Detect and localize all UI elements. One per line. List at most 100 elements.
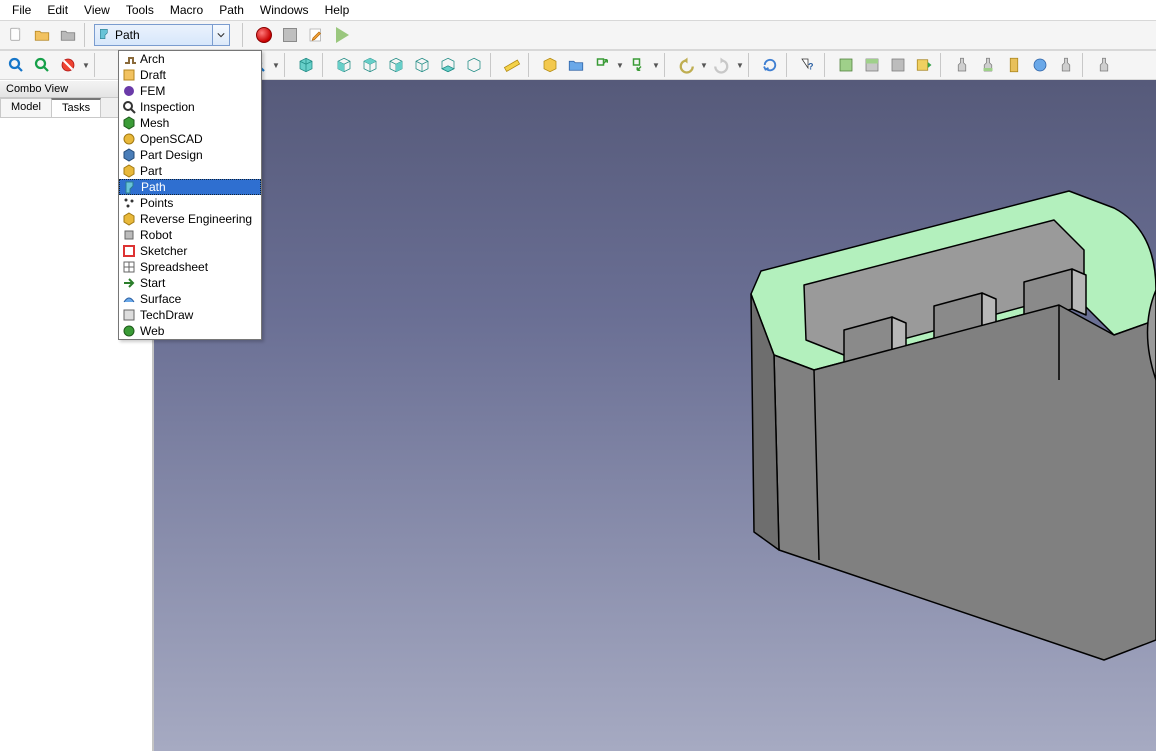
workbench-item-part[interactable]: Part [119,163,261,179]
dropdown-arrow[interactable]: ▼ [616,61,624,70]
whats-this-button[interactable]: ? [796,53,820,77]
workbench-item-path[interactable]: Path [119,179,261,195]
start-icon [122,276,136,290]
workbench-dropdown-button[interactable] [212,25,229,45]
3d-viewport[interactable] [154,80,1156,751]
workbench-item-label: OpenSCAD [140,132,203,146]
dropdown-arrow[interactable]: ▼ [82,61,90,70]
link-make-button[interactable] [590,53,614,77]
menu-macro[interactable]: Macro [162,1,211,19]
workbench-item-label: Mesh [140,116,169,130]
workbench-item-techdraw[interactable]: TechDraw [119,307,261,323]
fit-all-button[interactable] [4,53,28,77]
save-file-button[interactable] [56,23,80,47]
macro-edit-button[interactable] [304,23,328,47]
toolbar-separator [94,53,100,77]
workbench-item-label: Surface [140,292,181,306]
macro-record-button[interactable] [252,23,276,47]
undo-button[interactable] [674,53,698,77]
workbench-item-inspection[interactable]: Inspection [119,99,261,115]
workbench-item-label: Inspection [140,100,195,114]
workbench-item-label: Part [140,164,162,178]
path-job-button[interactable] [834,53,858,77]
path-tool3-button[interactable] [1002,53,1026,77]
workbench-item-robot[interactable]: Robot [119,227,261,243]
workbench-item-part-design[interactable]: Part Design [119,147,261,163]
draw-style-button[interactable] [56,53,80,77]
surface-icon [122,292,136,306]
tab-model[interactable]: Model [0,98,52,117]
inspection-icon [122,100,136,114]
path-tool6-button[interactable] [1092,53,1116,77]
fit-selection-button[interactable] [30,53,54,77]
workbench-item-web[interactable]: Web [119,323,261,339]
open-file-button[interactable] [30,23,54,47]
macro-play-button[interactable] [330,23,354,47]
workbench-item-label: TechDraw [140,308,193,322]
path-tool2-button[interactable] [976,53,1000,77]
workbench-item-spreadsheet[interactable]: Spreadsheet [119,259,261,275]
toolbar-separator [1082,53,1088,77]
workbench-selector[interactable]: Path [94,24,230,46]
menu-tools[interactable]: Tools [118,1,162,19]
redo-button[interactable] [710,53,734,77]
bottom-view-button[interactable] [436,53,460,77]
path-tool1-button[interactable] [950,53,974,77]
workbench-item-fem[interactable]: FEM [119,83,261,99]
workbench-item-points[interactable]: Points [119,195,261,211]
left-view-button[interactable] [462,53,486,77]
group-button[interactable] [564,53,588,77]
workbench-item-label: Draft [140,68,166,82]
right-view-button[interactable] [384,53,408,77]
link-actions-button[interactable] [626,53,650,77]
menu-file[interactable]: File [4,1,39,19]
menu-help[interactable]: Help [317,1,358,19]
workbench-item-sketcher[interactable]: Sketcher [119,243,261,259]
part-button[interactable] [538,53,562,77]
menu-edit[interactable]: Edit [39,1,76,19]
path-tool4-button[interactable] [1028,53,1052,77]
workbench-item-openscad[interactable]: OpenSCAD [119,131,261,147]
workbench-item-label: FEM [140,84,165,98]
menu-path[interactable]: Path [211,1,252,19]
workbench-item-label: Reverse Engineering [140,212,252,226]
model-render [154,80,1156,751]
workbench-item-mesh[interactable]: Mesh [119,115,261,131]
menu-view[interactable]: View [76,1,118,19]
dropdown-arrow[interactable]: ▼ [736,61,744,70]
workbench-item-arch[interactable]: Arch [119,51,261,67]
path-sanity-button[interactable] [886,53,910,77]
workbench-item-reverse-engineering[interactable]: Reverse Engineering [119,211,261,227]
isometric-view-button[interactable] [294,53,318,77]
path-postprocess-button[interactable] [860,53,884,77]
dropdown-arrow[interactable]: ▼ [700,61,708,70]
macro-stop-button[interactable] [278,23,302,47]
path-icon [98,27,112,44]
workbench-item-label: Arch [140,52,165,66]
dropdown-arrow[interactable]: ▼ [652,61,660,70]
play-icon [336,27,349,43]
path-export-button[interactable] [912,53,936,77]
dropdown-arrow[interactable]: ▼ [272,61,280,70]
workbench-item-label: Sketcher [140,244,187,258]
workbench-item-start[interactable]: Start [119,275,261,291]
workbench-item-label: Path [141,180,166,194]
refresh-button[interactable] [758,53,782,77]
menu-windows[interactable]: Windows [252,1,317,19]
path-tool5-button[interactable] [1054,53,1078,77]
top-view-button[interactable] [358,53,382,77]
workbench-dropdown-list[interactable]: Arch Draft FEM Inspection Mesh OpenSCADPart D… [118,50,262,340]
toolbar-separator [940,53,946,77]
front-view-button[interactable] [332,53,356,77]
rear-view-button[interactable] [410,53,434,77]
toolbar-separator [824,53,830,77]
measure-button[interactable] [500,53,524,77]
toolbar-separator [528,53,534,77]
robot-icon [122,228,136,242]
workbench-item-surface[interactable]: Surface [119,291,261,307]
tab-tasks[interactable]: Tasks [51,98,101,117]
new-file-button[interactable] [4,23,28,47]
workbench-item-draft[interactable]: Draft [119,67,261,83]
part-icon [122,164,136,178]
web-icon [122,324,136,338]
